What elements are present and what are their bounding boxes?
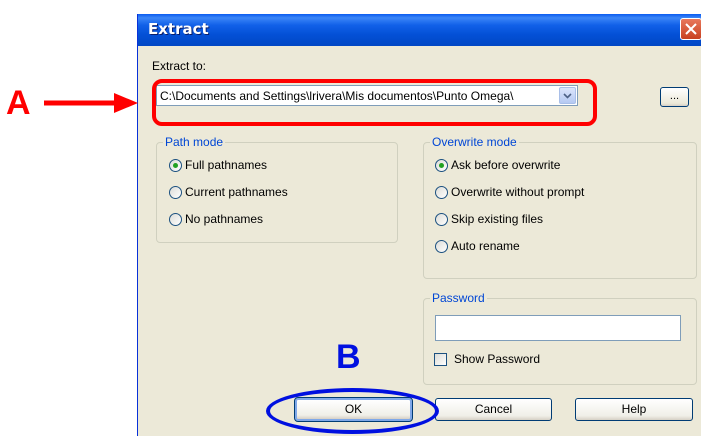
overwrite-mode-group: Overwrite mode Ask before overwrite Over…	[423, 135, 697, 279]
radio-label: Overwrite without prompt	[451, 185, 585, 199]
path-mode-legend: Path mode	[163, 135, 226, 149]
close-icon	[685, 23, 697, 35]
extract-dialog: Extract Extract to: ... Path mode Full p…	[137, 14, 701, 436]
annotation-label-b: B	[336, 338, 361, 376]
radio-button[interactable]	[169, 186, 182, 199]
password-legend: Password	[430, 291, 487, 305]
radio-label: Current pathnames	[185, 185, 288, 199]
path-mode-group: Path mode Full pathnames Current pathnam…	[156, 135, 398, 243]
radio-button[interactable]	[435, 213, 448, 226]
radio-button[interactable]	[169, 213, 182, 226]
radio-label: Skip existing files	[451, 212, 544, 226]
help-button[interactable]: Help	[575, 398, 693, 421]
window-title: Extract	[148, 20, 209, 38]
radio-button[interactable]	[169, 159, 182, 172]
radio-label: Ask before overwrite	[451, 158, 561, 172]
password-group: Password	[423, 291, 697, 385]
annotation-label-a: A	[6, 84, 31, 122]
radio-button[interactable]	[435, 240, 448, 253]
show-password-checkbox[interactable]	[434, 353, 447, 366]
browse-button[interactable]: ...	[660, 87, 689, 107]
show-password-label: Show Password	[454, 352, 541, 366]
annotation-highlight-box	[152, 79, 597, 126]
radio-button[interactable]	[435, 159, 448, 172]
extract-to-label: Extract to:	[152, 59, 207, 73]
radio-label: Full pathnames	[185, 158, 268, 172]
cancel-button[interactable]: Cancel	[435, 398, 552, 421]
radio-button[interactable]	[435, 186, 448, 199]
radio-label: No pathnames	[185, 212, 264, 226]
annotation-highlight-ellipse	[266, 388, 439, 434]
radio-label: Auto rename	[451, 239, 520, 253]
title-bar[interactable]: Extract	[138, 14, 701, 46]
overwrite-mode-legend: Overwrite mode	[430, 135, 519, 149]
close-button[interactable]	[680, 18, 701, 40]
annotation-arrow-icon	[44, 93, 138, 113]
password-input[interactable]	[435, 315, 681, 341]
